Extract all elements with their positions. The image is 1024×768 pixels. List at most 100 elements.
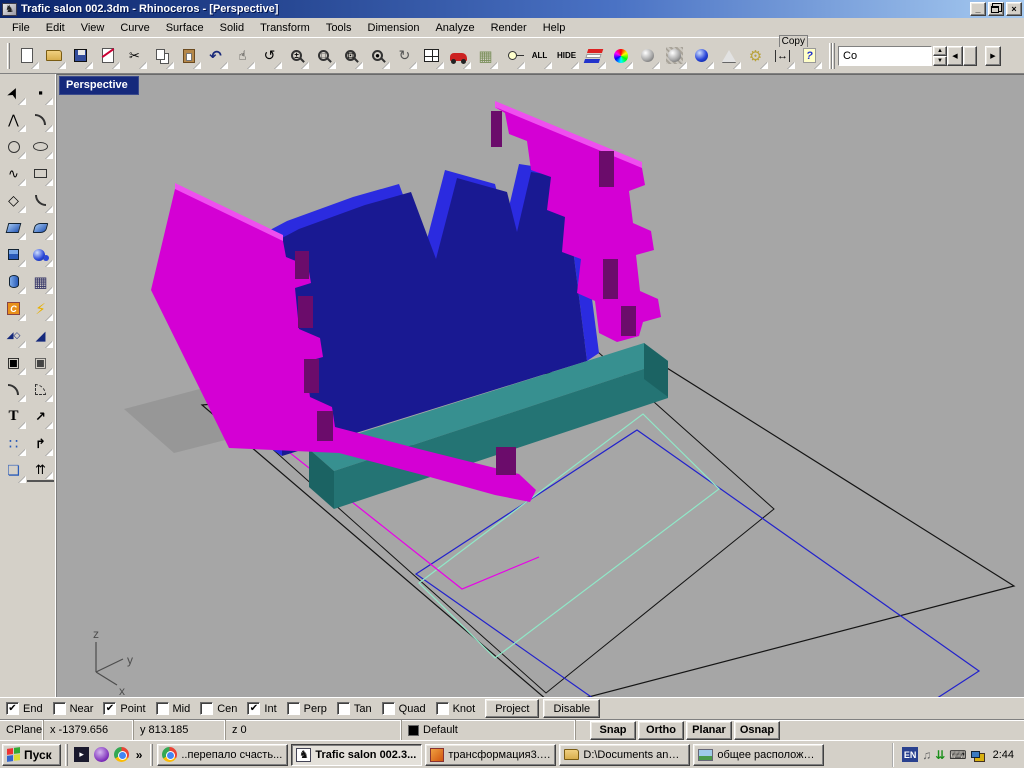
menu-render[interactable]: Render (483, 19, 535, 37)
menu-dimension[interactable]: Dimension (360, 19, 428, 37)
command-area-grip2[interactable] (832, 42, 835, 69)
osnap-checkbox-cen[interactable] (200, 702, 214, 715)
open-file-icon[interactable] (40, 42, 67, 70)
explode-icon[interactable]: ⚡ (27, 295, 54, 322)
quicklaunch-chrome-icon[interactable] (113, 746, 131, 764)
undo-view-icon[interactable]: ↻ (391, 42, 418, 70)
project-button[interactable]: Project (485, 699, 540, 718)
print-page-icon[interactable] (94, 42, 121, 70)
quicklaunch-media-player-icon[interactable]: ▸ (73, 746, 91, 764)
single-point-icon[interactable]: ▪ (27, 79, 54, 106)
viewport-title-label[interactable]: Perspective (59, 76, 139, 95)
rhinoceros-app-icon[interactable]: ♞ (2, 2, 17, 16)
menu-curve[interactable]: Curve (112, 19, 157, 37)
paste-icon[interactable] (175, 42, 202, 70)
osnap-checkbox-quad[interactable] (381, 702, 395, 715)
cylinder-icon[interactable] (0, 268, 27, 295)
extract-isocurve-icon[interactable]: C (0, 295, 27, 322)
options-gear-icon[interactable]: ⚙ (742, 42, 769, 70)
color-wheel-icon[interactable] (607, 42, 634, 70)
osnap-checkbox-int[interactable]: ✔ (247, 702, 261, 715)
text-icon[interactable]: T (0, 403, 27, 430)
quicklaunch-overflow-chevron[interactable]: » (132, 748, 147, 762)
shaded-sphere-icon[interactable] (634, 42, 661, 70)
rendered-sphere-icon[interactable] (688, 42, 715, 70)
show-all-icon[interactable]: ALL (526, 42, 553, 70)
rotate-view-icon[interactable]: ↺ (256, 42, 283, 70)
menu-file[interactable]: File (4, 19, 38, 37)
toolbar-grip[interactable] (7, 42, 10, 69)
zoom-selected-icon[interactable]: ● (364, 42, 391, 70)
command-scroll-left[interactable]: ◀ (947, 45, 963, 66)
cplane-cell[interactable]: CPlane (0, 720, 44, 740)
viewport-canvas[interactable]: z y x (57, 75, 1023, 768)
rectangle-icon[interactable] (27, 160, 54, 187)
language-indicator[interactable]: EN (902, 747, 919, 762)
keyboard-icon[interactable]: ⌨ (949, 748, 966, 762)
restore-button[interactable] (988, 2, 1004, 16)
render-car-icon[interactable] (445, 42, 472, 70)
cone-icon[interactable] (715, 42, 742, 70)
start-button[interactable]: Пуск (2, 743, 61, 766)
osnap-checkbox-knot[interactable] (435, 702, 449, 715)
close-button[interactable]: × (1006, 2, 1022, 16)
rotate-icon[interactable]: ↱ (27, 430, 54, 457)
curved-surface-icon[interactable] (27, 214, 54, 241)
polygon-icon[interactable]: ◇ (0, 187, 27, 214)
save-icon[interactable] (67, 42, 94, 70)
minimize-button[interactable]: _ (970, 2, 986, 16)
zoom-window-icon[interactable]: □ (310, 42, 337, 70)
menu-transform[interactable]: Transform (252, 19, 318, 37)
hide-objects-icon[interactable]: HIDE (553, 42, 580, 70)
spheres-icon[interactable] (27, 241, 54, 268)
volume-icon[interactable]: ♫ (922, 748, 931, 762)
copy-icon[interactable] (148, 42, 175, 70)
new-file-icon[interactable] (13, 42, 40, 70)
task-button-image-viewer[interactable]: общее расположен... (693, 743, 825, 766)
pan-hand-icon[interactable]: ☝ (229, 42, 256, 70)
polyline-icon[interactable]: ⋀ (0, 106, 27, 133)
planar-toggle[interactable]: Planar (686, 720, 732, 740)
menu-view[interactable]: View (73, 19, 113, 37)
menu-surface[interactable]: Surface (158, 19, 212, 37)
command-scroll-thumb[interactable] (963, 45, 977, 66)
join-icon[interactable]: ▣ (0, 349, 27, 376)
ellipse-icon[interactable] (27, 133, 54, 160)
osnap-checkbox-end[interactable]: ✔ (6, 702, 19, 715)
command-combo[interactable]: Co (838, 45, 932, 66)
group-icon[interactable]: ▣ (27, 349, 54, 376)
task-button-image-editor[interactable]: трансформация3.J... (425, 743, 557, 766)
menu-tools[interactable]: Tools (318, 19, 360, 37)
layer-cell[interactable]: Default (402, 720, 576, 740)
fillet-arc-icon[interactable] (27, 187, 54, 214)
ghosted-sphere-icon[interactable] (661, 42, 688, 70)
perspective-viewport[interactable]: z y x Perspective (57, 74, 1024, 768)
select-pointer-icon[interactable]: ➤ (0, 79, 27, 106)
osnap-checkbox-tan[interactable] (336, 702, 350, 715)
split-icon[interactable]: ◢ (27, 322, 54, 349)
osnap-toggle[interactable]: Osnap (734, 720, 780, 740)
point-leader-icon[interactable] (499, 42, 526, 70)
trim-icon[interactable]: ◢◇ (0, 322, 27, 349)
osnap-checkbox-point[interactable]: ✔ (103, 702, 117, 715)
command-spinner[interactable]: ▲ ▼ (933, 45, 947, 66)
cut-icon[interactable]: ✂ (121, 42, 148, 70)
ortho-toggle[interactable]: Ortho (638, 720, 684, 740)
arc-icon[interactable] (27, 106, 54, 133)
chamfer-icon[interactable] (27, 376, 54, 403)
disable-button[interactable]: Disable (543, 699, 601, 718)
task-button-rhino[interactable]: ♞ Trafic salon 002.3... (291, 743, 423, 766)
layer-squares-icon[interactable]: ❏ (0, 457, 27, 484)
task-button-chrome[interactable]: ..перепало счасть... (157, 743, 289, 766)
layers-icon[interactable] (580, 42, 607, 70)
undo-icon[interactable]: ↶ (202, 42, 229, 70)
mesh-plane-icon[interactable]: ▦ (472, 42, 499, 70)
move-icon[interactable]: ↗ (27, 403, 54, 430)
snap-toggle[interactable]: Snap (590, 720, 636, 740)
command-scroll-right[interactable]: ▶ (985, 45, 1001, 66)
menu-help[interactable]: Help (535, 19, 574, 37)
task-button-explorer[interactable]: D:\Documents and S... (559, 743, 691, 766)
osnap-checkbox-near[interactable] (52, 702, 66, 715)
zoom-extents-icon[interactable]: ⊡ (337, 42, 364, 70)
array-icon[interactable]: ∷ (0, 430, 27, 457)
